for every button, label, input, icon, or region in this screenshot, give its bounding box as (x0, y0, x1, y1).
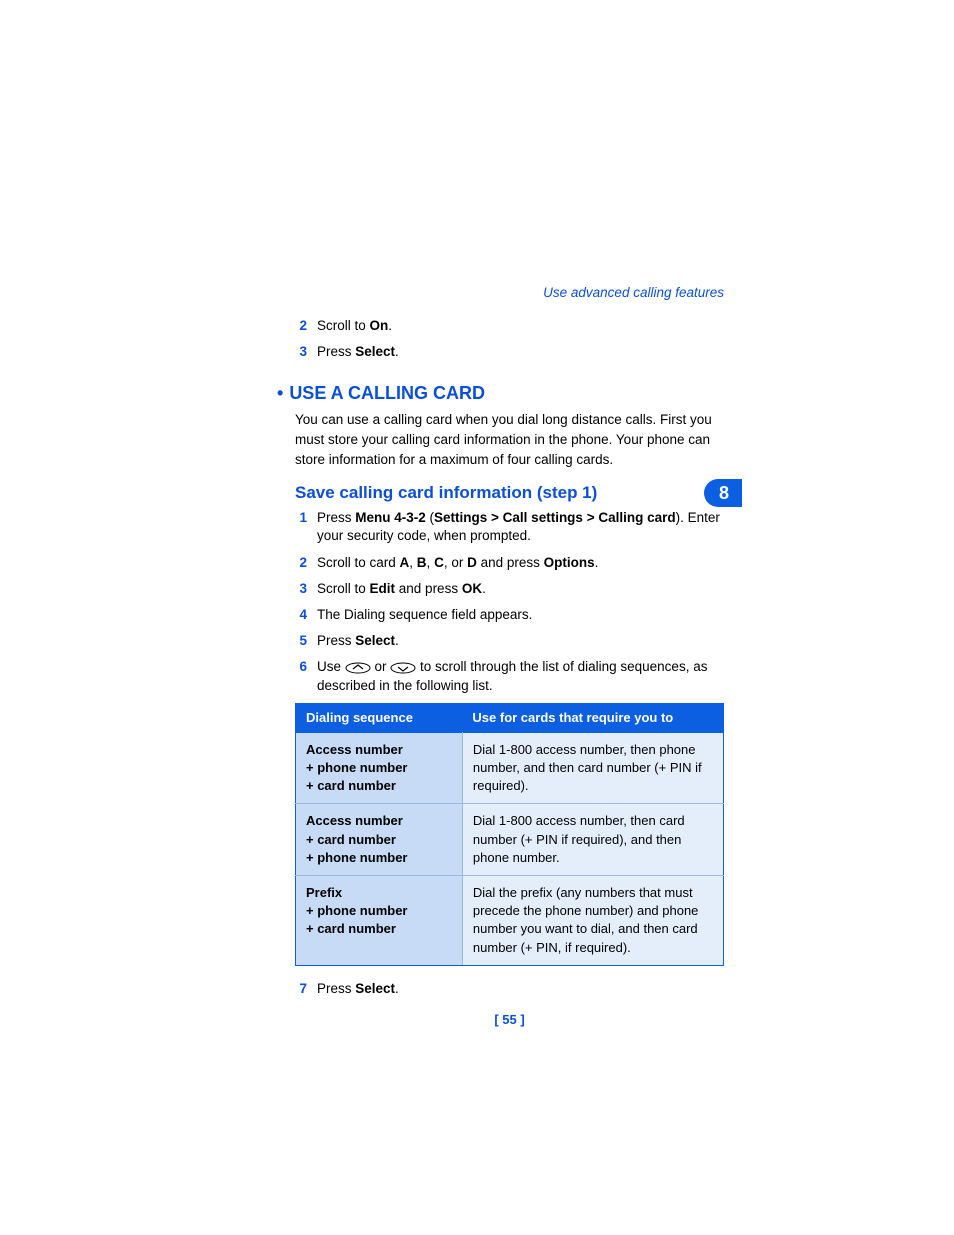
table-row: Prefix+ phone number+ card numberDial th… (296, 876, 724, 966)
step-text: The Dialing sequence field appears. (317, 606, 724, 624)
after-steps: 7 Press Select. (295, 980, 724, 998)
subsection-heading: Save calling card information (step 1) (295, 483, 724, 503)
bullet-icon: • (277, 383, 283, 403)
list-item: 3 Scroll to Edit and press OK. (295, 580, 724, 598)
step-number: 3 (295, 580, 307, 598)
dialing-sequence-cell: Access number+ phone number+ card number (296, 732, 463, 804)
step-number: 3 (295, 343, 307, 361)
table-header: Use for cards that require you to (462, 703, 723, 733)
list-item: 1 Press Menu 4-3-2 (Settings > Call setti… (295, 509, 724, 545)
content: 2Scroll to On.3Press Select. •USE A CALL… (295, 317, 724, 1027)
list-item: 2 Scroll to card A, B, C, or D and press … (295, 554, 724, 572)
steps: 1 Press Menu 4-3-2 (Settings > Call setti… (295, 509, 724, 695)
dialing-sequence-cell: Prefix+ phone number+ card number (296, 876, 463, 966)
table-row: Access number+ phone number+ card number… (296, 732, 724, 804)
use-cell: Dial 1-800 access number, then phone num… (462, 732, 723, 804)
step-number: 2 (295, 554, 307, 572)
step-text: Press Select. (317, 632, 724, 650)
step-text: Scroll to Edit and press OK. (317, 580, 724, 598)
section-heading: • USE A CALLING CARD (277, 383, 724, 404)
table-row: Access number+ card number+ phone number… (296, 804, 724, 876)
step-text: Use or to scroll through the list of dia… (317, 658, 724, 694)
step-number: 6 (295, 658, 307, 694)
heading-text: USE A CALLING CARD (289, 383, 485, 403)
dialing-sequence-table: Dialing sequence Use for cards that requ… (295, 703, 724, 966)
list-item: 3 Press Select. (295, 343, 724, 361)
step-number: 2 (295, 317, 307, 335)
step-text: Scroll to card A, B, C, or D and press O… (317, 554, 724, 572)
top-steps: 2 Scroll to On. 3 Press Select. (295, 317, 724, 361)
step-text: Press Menu 4-3-2 (Settings > Call settin… (317, 509, 724, 545)
list-item: 6 Use or to scroll through the list of di… (295, 658, 724, 694)
step-number: 1 (295, 509, 307, 545)
intro-paragraph: You can use a calling card when you dial… (295, 410, 724, 469)
dialing-sequence-cell: Access number+ card number+ phone number (296, 804, 463, 876)
step-text: Press Select. (317, 343, 724, 361)
chapter-tab: 8 (704, 479, 742, 507)
step-number: 5 (295, 632, 307, 650)
list-item: 7 Press Select. (295, 980, 724, 998)
step-text: Scroll to On. (317, 317, 724, 335)
list-item: 5 Press Select. (295, 632, 724, 650)
use-cell: Dial the prefix (any numbers that must p… (462, 876, 723, 966)
page-number: [ 55 ] (295, 1012, 724, 1027)
page: Use advanced calling features 8 2 Scroll … (0, 0, 954, 1235)
step-number: 4 (295, 606, 307, 624)
header-link[interactable]: Use advanced calling features (543, 285, 724, 300)
table-header: Dialing sequence (296, 703, 463, 733)
table-header-row: Dialing sequence Use for cards that requ… (296, 703, 724, 733)
use-cell: Dial 1-800 access number, then card numb… (462, 804, 723, 876)
step-number: 7 (295, 980, 307, 998)
list-item: 4 The Dialing sequence field appears. (295, 606, 724, 624)
list-item: 2 Scroll to On. (295, 317, 724, 335)
step-text: Press Select. (317, 980, 724, 998)
